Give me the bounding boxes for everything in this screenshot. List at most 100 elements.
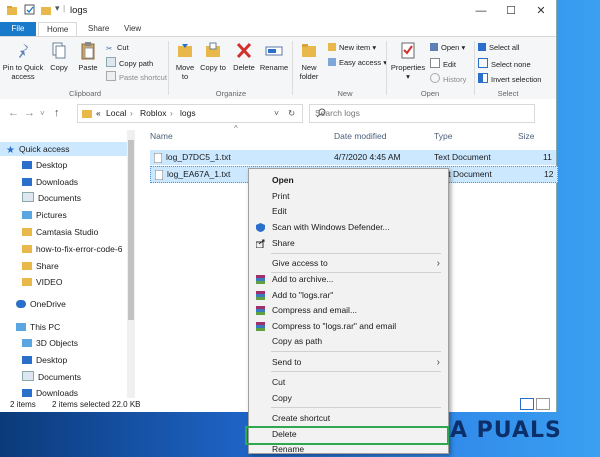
select-none-button[interactable]: Select none [478, 58, 531, 69]
easy-access-button[interactable]: Easy access ▾ [328, 58, 387, 67]
move-to-button[interactable]: Move to [172, 41, 198, 81]
refresh-icon[interactable]: ↻ [288, 105, 295, 122]
menu-item-add-archive[interactable]: Add to archive... [249, 272, 448, 287]
nav-item-pictures[interactable]: Pictures [22, 208, 67, 222]
new-folder-label: New folder [299, 63, 319, 81]
large-icons-view-icon[interactable] [536, 398, 550, 410]
menu-item-share[interactable]: Share [249, 236, 448, 251]
nav-label: OneDrive [30, 299, 66, 309]
tab-share[interactable]: Share [80, 22, 117, 36]
menu-item-send-to[interactable]: Send to › [249, 355, 448, 370]
scroll-thumb[interactable] [128, 140, 134, 320]
menu-item-add-logs-rar[interactable]: Add to "logs.rar" [249, 288, 448, 303]
pin-quick-access-button[interactable]: Pin to Quick access [2, 41, 44, 81]
menu-item-give-access[interactable]: Give access to › [249, 256, 448, 271]
properties-button[interactable]: Properties ▾ [388, 41, 428, 81]
checkbox-icon[interactable] [24, 4, 36, 16]
nav-scrollbar[interactable] [127, 130, 135, 398]
paste-icon [81, 42, 95, 60]
tab-file[interactable]: File [0, 22, 36, 36]
open-ribbon-button[interactable]: Open ▾ [430, 43, 465, 52]
group-select: Select [497, 89, 519, 98]
breadcrumb-logs[interactable]: logs [180, 105, 196, 122]
winrar-icon [256, 306, 265, 315]
copy-to-button[interactable]: Copy to [200, 41, 226, 72]
copy-label: Copy [50, 63, 68, 72]
column-header-size[interactable]: Size [518, 128, 535, 144]
nav-item-desktop[interactable]: Desktop [22, 158, 67, 172]
recent-dropdown-icon[interactable]: ˅ [40, 109, 45, 118]
winrar-icon [256, 275, 265, 284]
maximize-button[interactable]: ☐ [496, 0, 526, 22]
menu-item-print[interactable]: Print [249, 189, 448, 204]
nav-pc-3d-objects[interactable]: 3D Objects [22, 336, 78, 350]
menu-item-edit[interactable]: Edit [249, 204, 448, 219]
ribbon-divider [168, 41, 169, 95]
menu-item-compress-logs-email[interactable]: Compress to "logs.rar" and email [249, 319, 448, 334]
folder-icon[interactable] [40, 4, 52, 16]
delete-ribbon-button[interactable]: Delete [230, 41, 258, 72]
column-header-date[interactable]: Date modified [334, 128, 386, 144]
details-view-icon[interactable] [520, 398, 534, 410]
paste-shortcut-icon [106, 71, 116, 81]
history-button[interactable]: History [430, 73, 466, 84]
forward-arrow-icon[interactable]: → [24, 107, 35, 119]
tab-view[interactable]: View [116, 22, 149, 36]
breadcrumb-overflow[interactable]: « [96, 105, 101, 122]
nav-item-video[interactable]: VIDEO [22, 275, 62, 289]
invert-selection-button[interactable]: Invert selection [478, 73, 541, 84]
breadcrumb-roblox[interactable]: Roblox [140, 105, 166, 122]
menu-item-cut[interactable]: Cut [249, 375, 448, 390]
nav-label: 3D Objects [36, 338, 79, 348]
menu-item-open[interactable]: Open [249, 173, 448, 188]
menu-item-copy[interactable]: Copy [249, 391, 448, 406]
file-row[interactable]: log_D7DC5_1.txt 4/7/2020 4:45 AM Text Do… [150, 150, 556, 165]
menu-item-compress-email[interactable]: Compress and email... [249, 303, 448, 318]
menu-item-copy-as-path[interactable]: Copy as path [249, 334, 448, 349]
copy-to-label: Copy to [200, 63, 226, 72]
nav-this-pc[interactable]: This PC [16, 320, 60, 334]
menu-label: Give access to [272, 258, 328, 268]
rename-button[interactable]: Rename [259, 41, 289, 72]
file-size: 12 [544, 169, 554, 179]
edit-ribbon-label: Edit [443, 60, 456, 69]
cube-icon [22, 339, 32, 347]
breadcrumb-local[interactable]: Local [106, 105, 126, 122]
nav-item-documents[interactable]: Documents [22, 191, 81, 205]
nav-pc-desktop[interactable]: Desktop [22, 353, 67, 367]
back-arrow-icon[interactable]: ← [8, 107, 19, 119]
new-item-button[interactable]: New item ▾ [328, 43, 376, 52]
cut-button[interactable]: ✂ Cut [106, 43, 129, 53]
address-dropdown-icon[interactable]: ˅ [274, 105, 279, 122]
sort-caret-icon: ^ [234, 124, 238, 133]
copy-button[interactable]: Copy [46, 41, 72, 72]
nav-item-camtasia[interactable]: Camtasia Studio [22, 225, 98, 239]
copy-icon [52, 42, 66, 59]
ribbon-tabs: File Home Share View [0, 22, 556, 37]
nav-item-how-to-fix[interactable]: how-to-fix-error-code-6 [22, 242, 126, 256]
minimize-button[interactable]: — [466, 0, 496, 22]
menu-item-scan-defender[interactable]: Scan with Windows Defender... [249, 220, 448, 235]
menu-item-create-shortcut[interactable]: Create shortcut [249, 411, 448, 426]
new-folder-button[interactable]: New folder [296, 41, 322, 81]
nav-label: how-to-fix-error-code-6 [36, 244, 123, 254]
paste-button[interactable]: Paste [74, 41, 102, 72]
column-header-type[interactable]: Type [434, 128, 452, 144]
select-all-button[interactable]: Select all [478, 43, 519, 52]
ribbon-divider [292, 41, 293, 95]
qa-dropdown-icon[interactable]: ▾ [55, 3, 60, 14]
close-button[interactable]: ✕ [526, 0, 556, 22]
search-box[interactable]: Search logs [309, 104, 535, 123]
copy-path-button[interactable]: Copy path [106, 57, 153, 68]
nav-quick-access[interactable]: ★ Quick access [0, 142, 133, 156]
address-bar[interactable]: « Local › Roblox › logs ˅ ↻ [77, 104, 303, 123]
up-arrow-icon[interactable]: ↑ [54, 107, 60, 119]
nav-item-share[interactable]: Share [22, 259, 59, 273]
tab-home[interactable]: Home [38, 22, 78, 37]
paste-shortcut-button[interactable]: Paste shortcut [106, 71, 167, 82]
nav-pc-documents[interactable]: Documents [22, 370, 81, 384]
nav-item-downloads[interactable]: Downloads [22, 175, 78, 189]
edit-ribbon-button[interactable]: Edit [430, 58, 456, 69]
column-header-name[interactable]: Name [150, 128, 173, 144]
nav-onedrive[interactable]: OneDrive [16, 297, 66, 311]
